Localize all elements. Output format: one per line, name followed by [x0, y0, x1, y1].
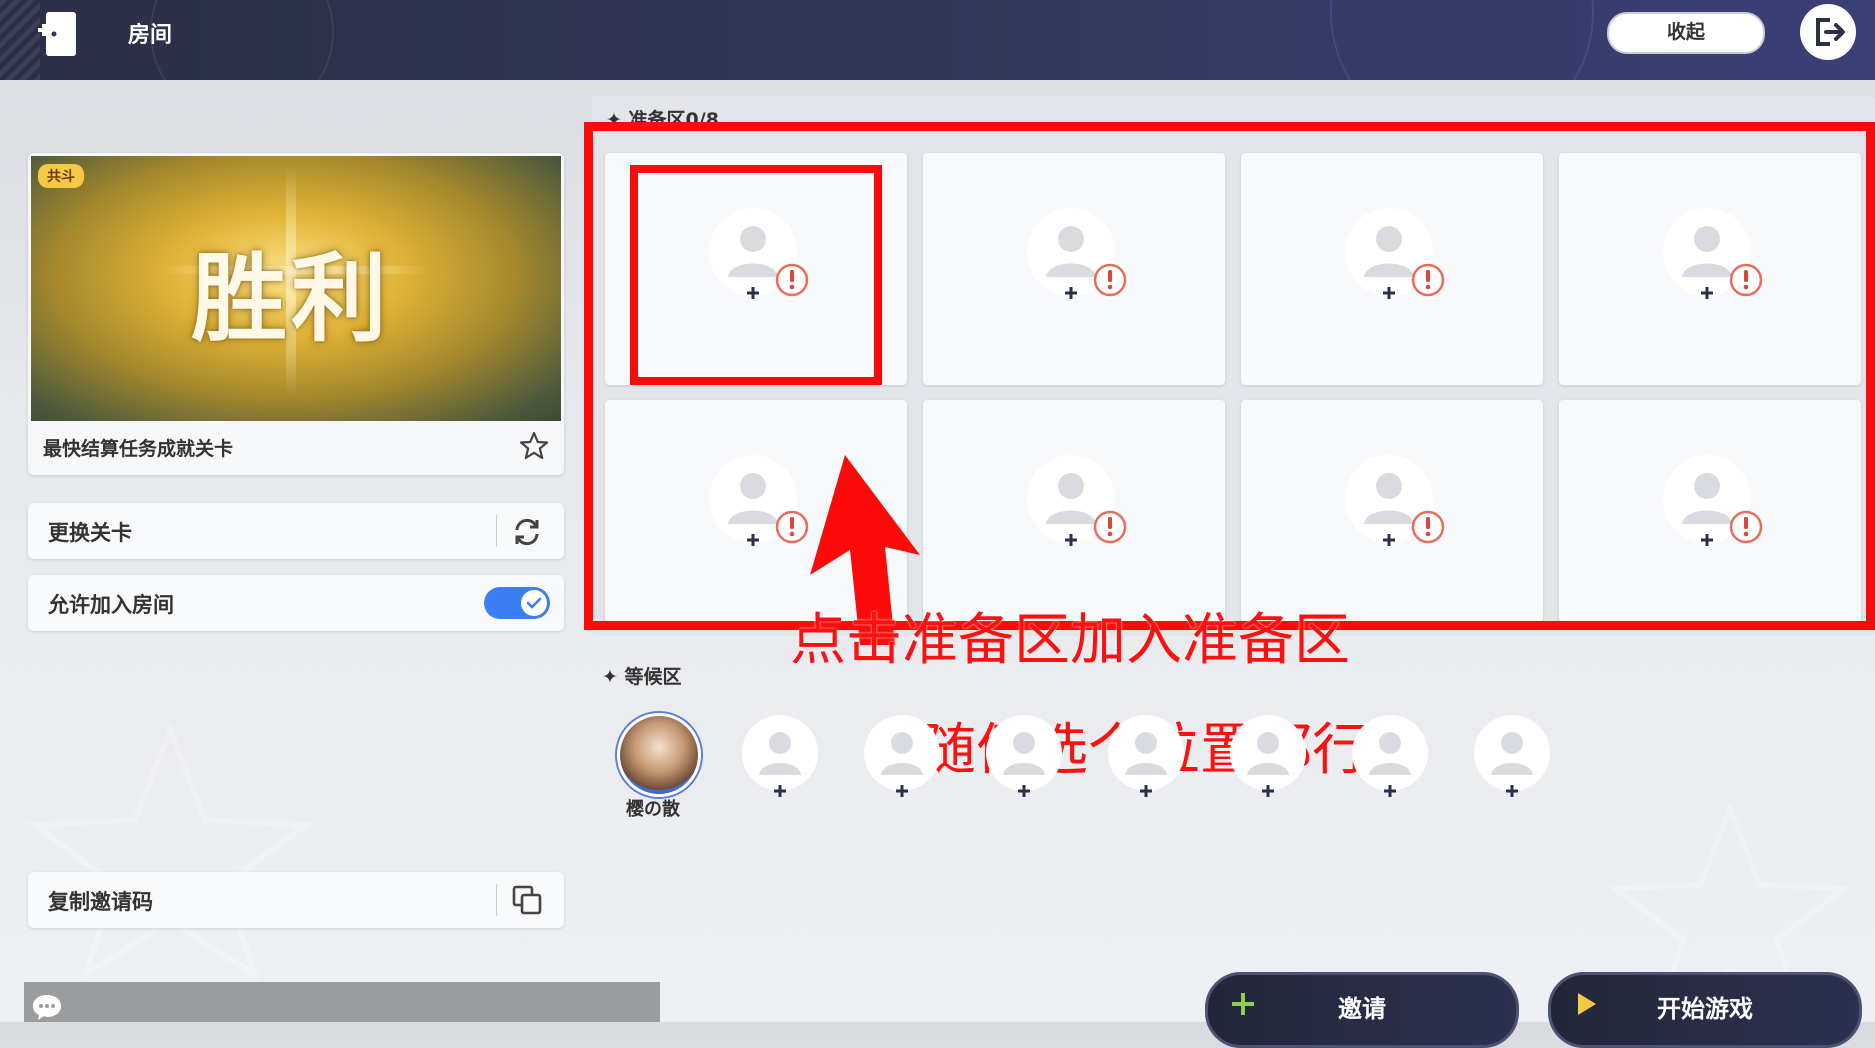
header-circle-decoration	[150, 0, 334, 80]
empty-avatar-icon	[1230, 715, 1306, 797]
empty-avatar-icon	[864, 715, 940, 797]
waiting-slot[interactable]	[984, 713, 1064, 797]
empty-avatar-icon	[1352, 715, 1428, 797]
waiting-area-title: 等候区	[624, 666, 682, 688]
invite-button[interactable]: 邀请	[1205, 972, 1519, 1048]
player-name: 樱の散	[626, 799, 680, 820]
start-game-label: 开始游戏	[1657, 995, 1753, 1023]
level-preview-image: 胜利	[31, 156, 561, 421]
copy-invite-label: 复制邀请码	[48, 890, 153, 914]
waiting-slot[interactable]	[1106, 713, 1186, 797]
invite-label: 邀请	[1338, 995, 1386, 1023]
coop-badge: 共斗	[38, 164, 84, 188]
level-card[interactable]: 胜利	[28, 153, 564, 475]
page-title: 房间	[128, 23, 173, 48]
level-name: 最快结算任务成就关卡	[43, 438, 234, 460]
refresh-icon[interactable]	[510, 515, 544, 549]
toggle-knob	[521, 590, 547, 616]
empty-avatar-icon	[742, 715, 818, 797]
waiting-slot[interactable]	[862, 713, 942, 797]
waiting-slot[interactable]	[1472, 713, 1552, 797]
allow-join-label: 允许加入房间	[48, 593, 174, 617]
header-circle-decoration	[1330, 0, 1594, 80]
row-divider	[496, 884, 497, 916]
start-game-button[interactable]: 开始游戏	[1548, 972, 1862, 1048]
exit-room-button[interactable]	[1800, 4, 1856, 60]
empty-avatar-icon	[1474, 715, 1550, 797]
empty-avatar-icon	[986, 715, 1062, 797]
waiting-slot[interactable]	[1350, 713, 1430, 797]
annotation-text-line1: 点击准备区加入准备区	[790, 608, 1350, 673]
player-avatar[interactable]	[617, 713, 701, 797]
annotation-highlight-first-slot	[630, 165, 882, 385]
chat-bubble-icon[interactable]	[30, 992, 64, 1022]
waiting-slot[interactable]	[1228, 713, 1308, 797]
row-divider	[496, 515, 497, 547]
favorite-star-icon[interactable]	[518, 430, 550, 462]
checkmark-icon	[526, 597, 542, 609]
waiting-area-title-row: ✦ 等候区	[602, 662, 682, 689]
change-level-row[interactable]: 更换关卡	[28, 503, 564, 559]
sparkle-icon: ✦	[602, 666, 625, 688]
waiting-slot[interactable]	[740, 713, 820, 797]
victory-text: 胜利	[191, 243, 391, 355]
room-door-icon	[38, 12, 76, 56]
chat-bar[interactable]	[24, 982, 660, 1022]
copy-icon[interactable]	[510, 884, 544, 918]
allow-join-toggle[interactable]	[484, 587, 550, 619]
exit-icon	[1816, 18, 1845, 46]
change-level-label: 更换关卡	[48, 521, 132, 545]
background-star-decoration	[26, 721, 314, 980]
allow-join-row: 允许加入房间	[28, 575, 564, 631]
copy-invite-row[interactable]: 复制邀请码	[28, 872, 564, 928]
top-bar: 房间 收起	[0, 0, 1875, 80]
collapse-button[interactable]: 收起	[1607, 12, 1765, 54]
empty-avatar-icon	[1108, 715, 1184, 797]
